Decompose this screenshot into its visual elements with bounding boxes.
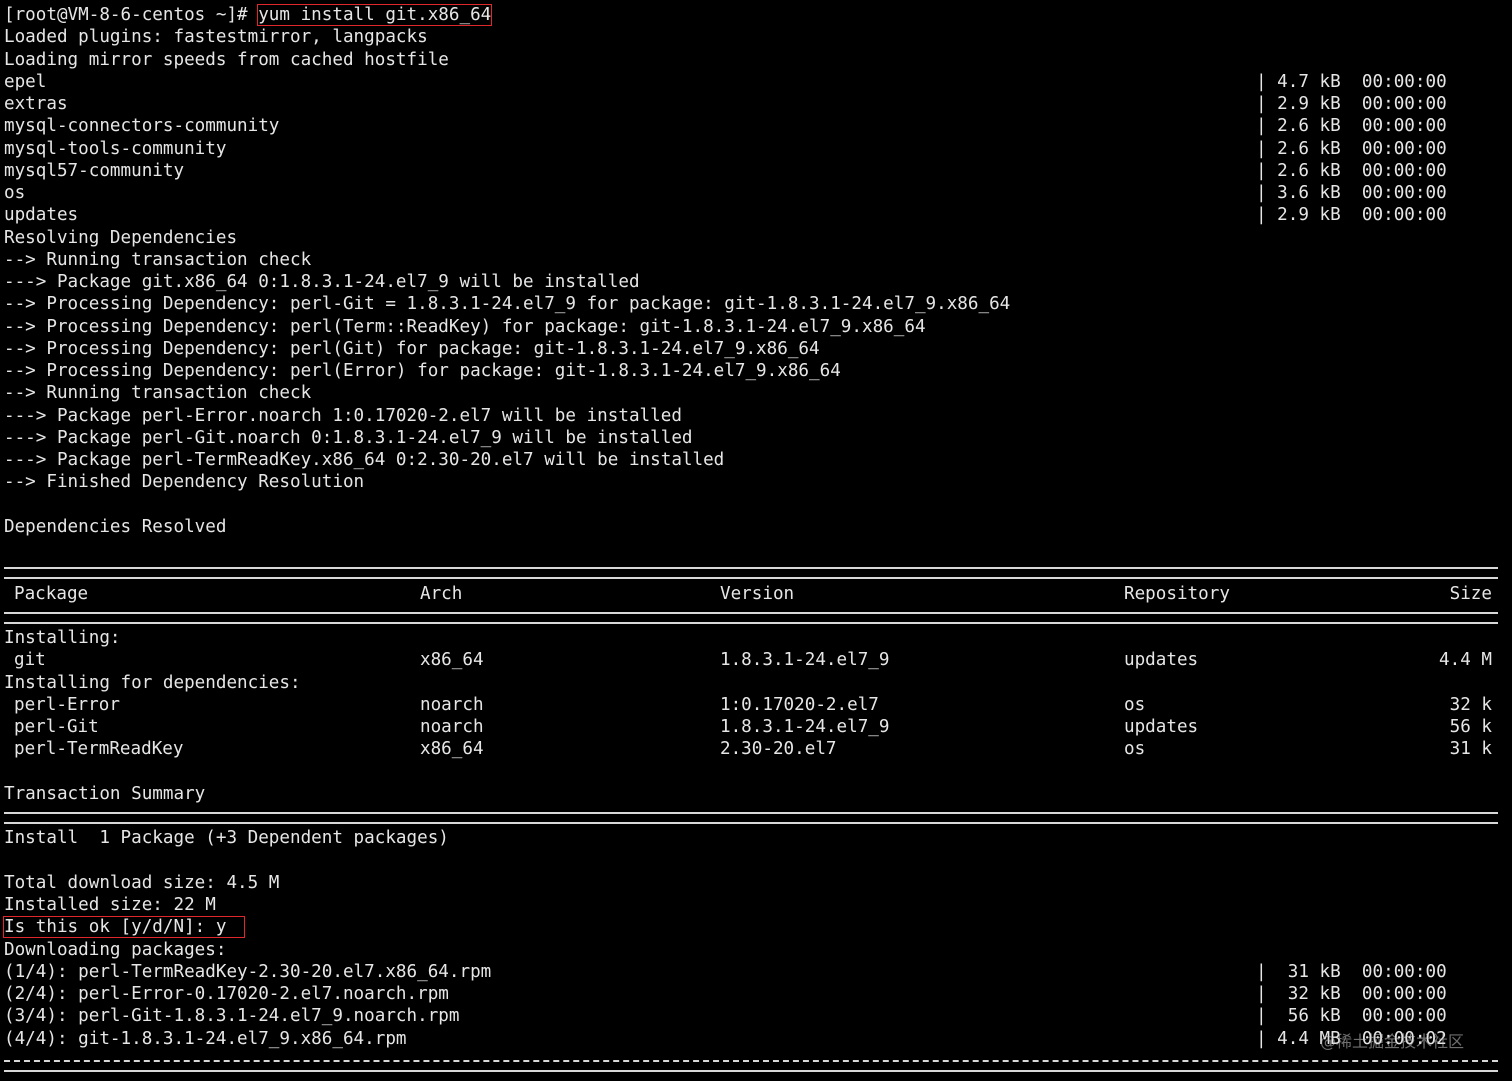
log-line: Loaded plugins: fastestmirror, langpacks — [4, 27, 428, 48]
repo-info: | 4.7 kB 00:00:00 — [1256, 71, 1447, 92]
confirm-prompt-line: Is this ok [y/d/N]: y — [2, 916, 1512, 939]
cell-size: 32 k — [1449, 694, 1492, 715]
command-text: yum install git.x86_64 — [257, 4, 493, 26]
double-rule-divider — [4, 605, 1512, 627]
download-line: (3/4): perl-Git-1.8.3.1-24.el7_9.noarch.… — [4, 1005, 1512, 1027]
repo-line: epel | 4.7 kB 00:00:00 — [4, 71, 1512, 93]
double-rule-divider — [4, 560, 1512, 582]
repo-info: | 2.9 kB 00:00:00 — [1256, 94, 1447, 114]
downloading-line: Downloading packages: — [4, 939, 227, 960]
download-file: (3/4): perl-Git-1.8.3.1-24.el7_9.noarch.… — [4, 1006, 460, 1027]
repo-line: mysql-connectors-community | 2.6 kB 00:00… — [4, 115, 1512, 137]
cell-package: git — [14, 650, 46, 671]
resolve-log-line: --> Finished Dependency Resolution — [4, 472, 365, 493]
download-line: (2/4): perl-Error-0.17020-2.el7.noarch.r… — [4, 983, 1512, 1005]
cell-version: 1:0.17020-2.el7 — [720, 694, 879, 715]
download-info: | 31 kB 00:00:00 — [1256, 961, 1447, 982]
resolve-log-line: --> Processing Dependency: perl(Term::Re… — [4, 316, 926, 337]
confirm-prompt: Is this ok [y/d/N]: y — [2, 916, 246, 939]
command-line: [root@VM-8-6-centos ~]# yum install git.… — [4, 4, 1512, 26]
installed-size-line: Installed size: 22 M — [4, 895, 216, 915]
download-file: (1/4): perl-TermReadKey-2.30-20.el7.x86_… — [4, 961, 492, 982]
cell-package: perl-Error — [14, 694, 120, 715]
resolve-log-line: --> Running transaction check — [4, 383, 312, 404]
resolve-log-line: --> Processing Dependency: perl(Error) f… — [4, 361, 841, 381]
header-version: Version — [720, 583, 795, 604]
repo-line: updates | 2.9 kB 00:00:00 — [4, 204, 1512, 226]
resolve-log-line: ---> Package perl-Error.noarch 1:0.17020… — [4, 405, 682, 426]
resolve-log-line: --> Processing Dependency: perl(Git) for… — [4, 338, 820, 359]
deps-label: Installing for dependencies: — [4, 672, 301, 693]
download-line: (1/4): perl-TermReadKey-2.30-20.el7.x86_… — [4, 961, 1512, 983]
repo-line: extras | 2.9 kB 00:00:00 — [4, 93, 1512, 115]
repo-info: | 2.6 kB 00:00:00 — [1256, 160, 1447, 181]
table-row: git x86_64 1.8.3.1-24.el7_9 updates 4.4 … — [4, 649, 1512, 671]
total-download-line: Total download size: 4.5 M — [4, 872, 280, 893]
resolve-log-line: Resolving Dependencies — [4, 227, 238, 248]
cell-arch: x86_64 — [420, 739, 484, 760]
header-repository: Repository — [1124, 583, 1230, 604]
header-package: Package — [14, 583, 89, 604]
watermark: @稀土掘金技术社区 — [1320, 1032, 1465, 1051]
header-arch: Arch — [420, 583, 463, 604]
repo-info: | 2.6 kB 00:00:00 — [1256, 138, 1447, 159]
cell-repository: updates — [1124, 717, 1199, 737]
repo-info: | 2.6 kB 00:00:00 — [1256, 116, 1447, 137]
cell-repository: os — [1124, 739, 1146, 760]
repo-name: epel — [4, 71, 47, 92]
table-row: perl-Git noarch 1.8.3.1-24.el7_9 updates… — [4, 716, 1512, 738]
cell-arch: x86_64 — [420, 650, 484, 671]
table-row: perl-TermReadKey x86_64 2.30-20.el7 os 3… — [4, 738, 1512, 760]
cell-version: 1.8.3.1-24.el7_9 — [720, 717, 890, 737]
cell-arch: noarch — [420, 694, 484, 715]
download-file: (2/4): perl-Error-0.17020-2.el7.noarch.r… — [4, 984, 449, 1004]
repo-name: mysql-connectors-community — [4, 116, 280, 137]
repo-name: mysql57-community — [4, 160, 185, 181]
repo-info: | 2.9 kB 00:00:00 — [1256, 205, 1447, 226]
download-info: | 32 kB 00:00:00 — [1256, 984, 1447, 1004]
repo-line: mysql-tools-community | 2.6 kB 00:00:00 — [4, 138, 1512, 160]
repo-line: os | 3.6 kB 00:00:00 — [4, 182, 1512, 204]
terminal-window[interactable]: [root@VM-8-6-centos ~]# yum install git.… — [0, 0, 1512, 1081]
resolve-log-line: ---> Package perl-Git.noarch 0:1.8.3.1-2… — [4, 427, 693, 448]
cell-size: 56 k — [1449, 717, 1492, 737]
cell-size: 4.4 M — [1439, 650, 1492, 671]
download-line: (4/4): git-1.8.3.1-24.el7_9.x86_64.rpm | … — [4, 1028, 1512, 1050]
summary-title: Transaction Summary — [4, 783, 206, 804]
cell-repository: os — [1124, 694, 1146, 715]
double-rule-divider — [4, 805, 1512, 827]
cell-version: 1.8.3.1-24.el7_9 — [720, 650, 890, 671]
table-header-row: Package Arch Version Repository Size — [4, 583, 1512, 605]
repo-name: updates — [4, 205, 79, 226]
log-line: Loading mirror speeds from cached hostfi… — [4, 49, 449, 70]
repo-name: mysql-tools-community — [4, 138, 227, 159]
resolve-log-line: ---> Package git.x86_64 0:1.8.3.1-24.el7… — [4, 272, 640, 292]
repo-info: | 3.6 kB 00:00:00 — [1256, 183, 1447, 203]
resolve-log-line: --> Processing Dependency: perl-Git = 1.… — [4, 294, 1011, 315]
shell-prompt: [root@VM-8-6-centos ~]# — [4, 5, 259, 25]
installing-label: Installing: — [4, 628, 121, 648]
repo-name: extras — [4, 94, 68, 114]
cell-package: perl-Git — [14, 717, 99, 737]
cell-package: perl-TermReadKey — [14, 739, 184, 760]
table-row: perl-Error noarch 1:0.17020-2.el7 os 32 … — [4, 694, 1512, 716]
cell-arch: noarch — [420, 717, 484, 737]
header-size: Size — [1449, 583, 1492, 604]
resolve-log-line: --> Running transaction check — [4, 249, 312, 270]
cell-size: 31 k — [1449, 739, 1492, 760]
cell-repository: updates — [1124, 650, 1199, 671]
cell-version: 2.30-20.el7 — [720, 739, 837, 760]
deps-resolved-line: Dependencies Resolved — [4, 516, 227, 537]
resolve-log-line: ---> Package perl-TermReadKey.x86_64 0:2… — [4, 450, 725, 470]
download-file: (4/4): git-1.8.3.1-24.el7_9.x86_64.rpm — [4, 1028, 407, 1049]
repo-name: os — [4, 183, 26, 203]
repo-line: mysql57-community | 2.6 kB 00:00:00 — [4, 160, 1512, 182]
dashed-rule-divider — [4, 1050, 1512, 1072]
download-info: | 56 kB 00:00:00 — [1256, 1006, 1447, 1027]
install-summary-line: Install 1 Package (+3 Dependent packages… — [4, 828, 449, 849]
